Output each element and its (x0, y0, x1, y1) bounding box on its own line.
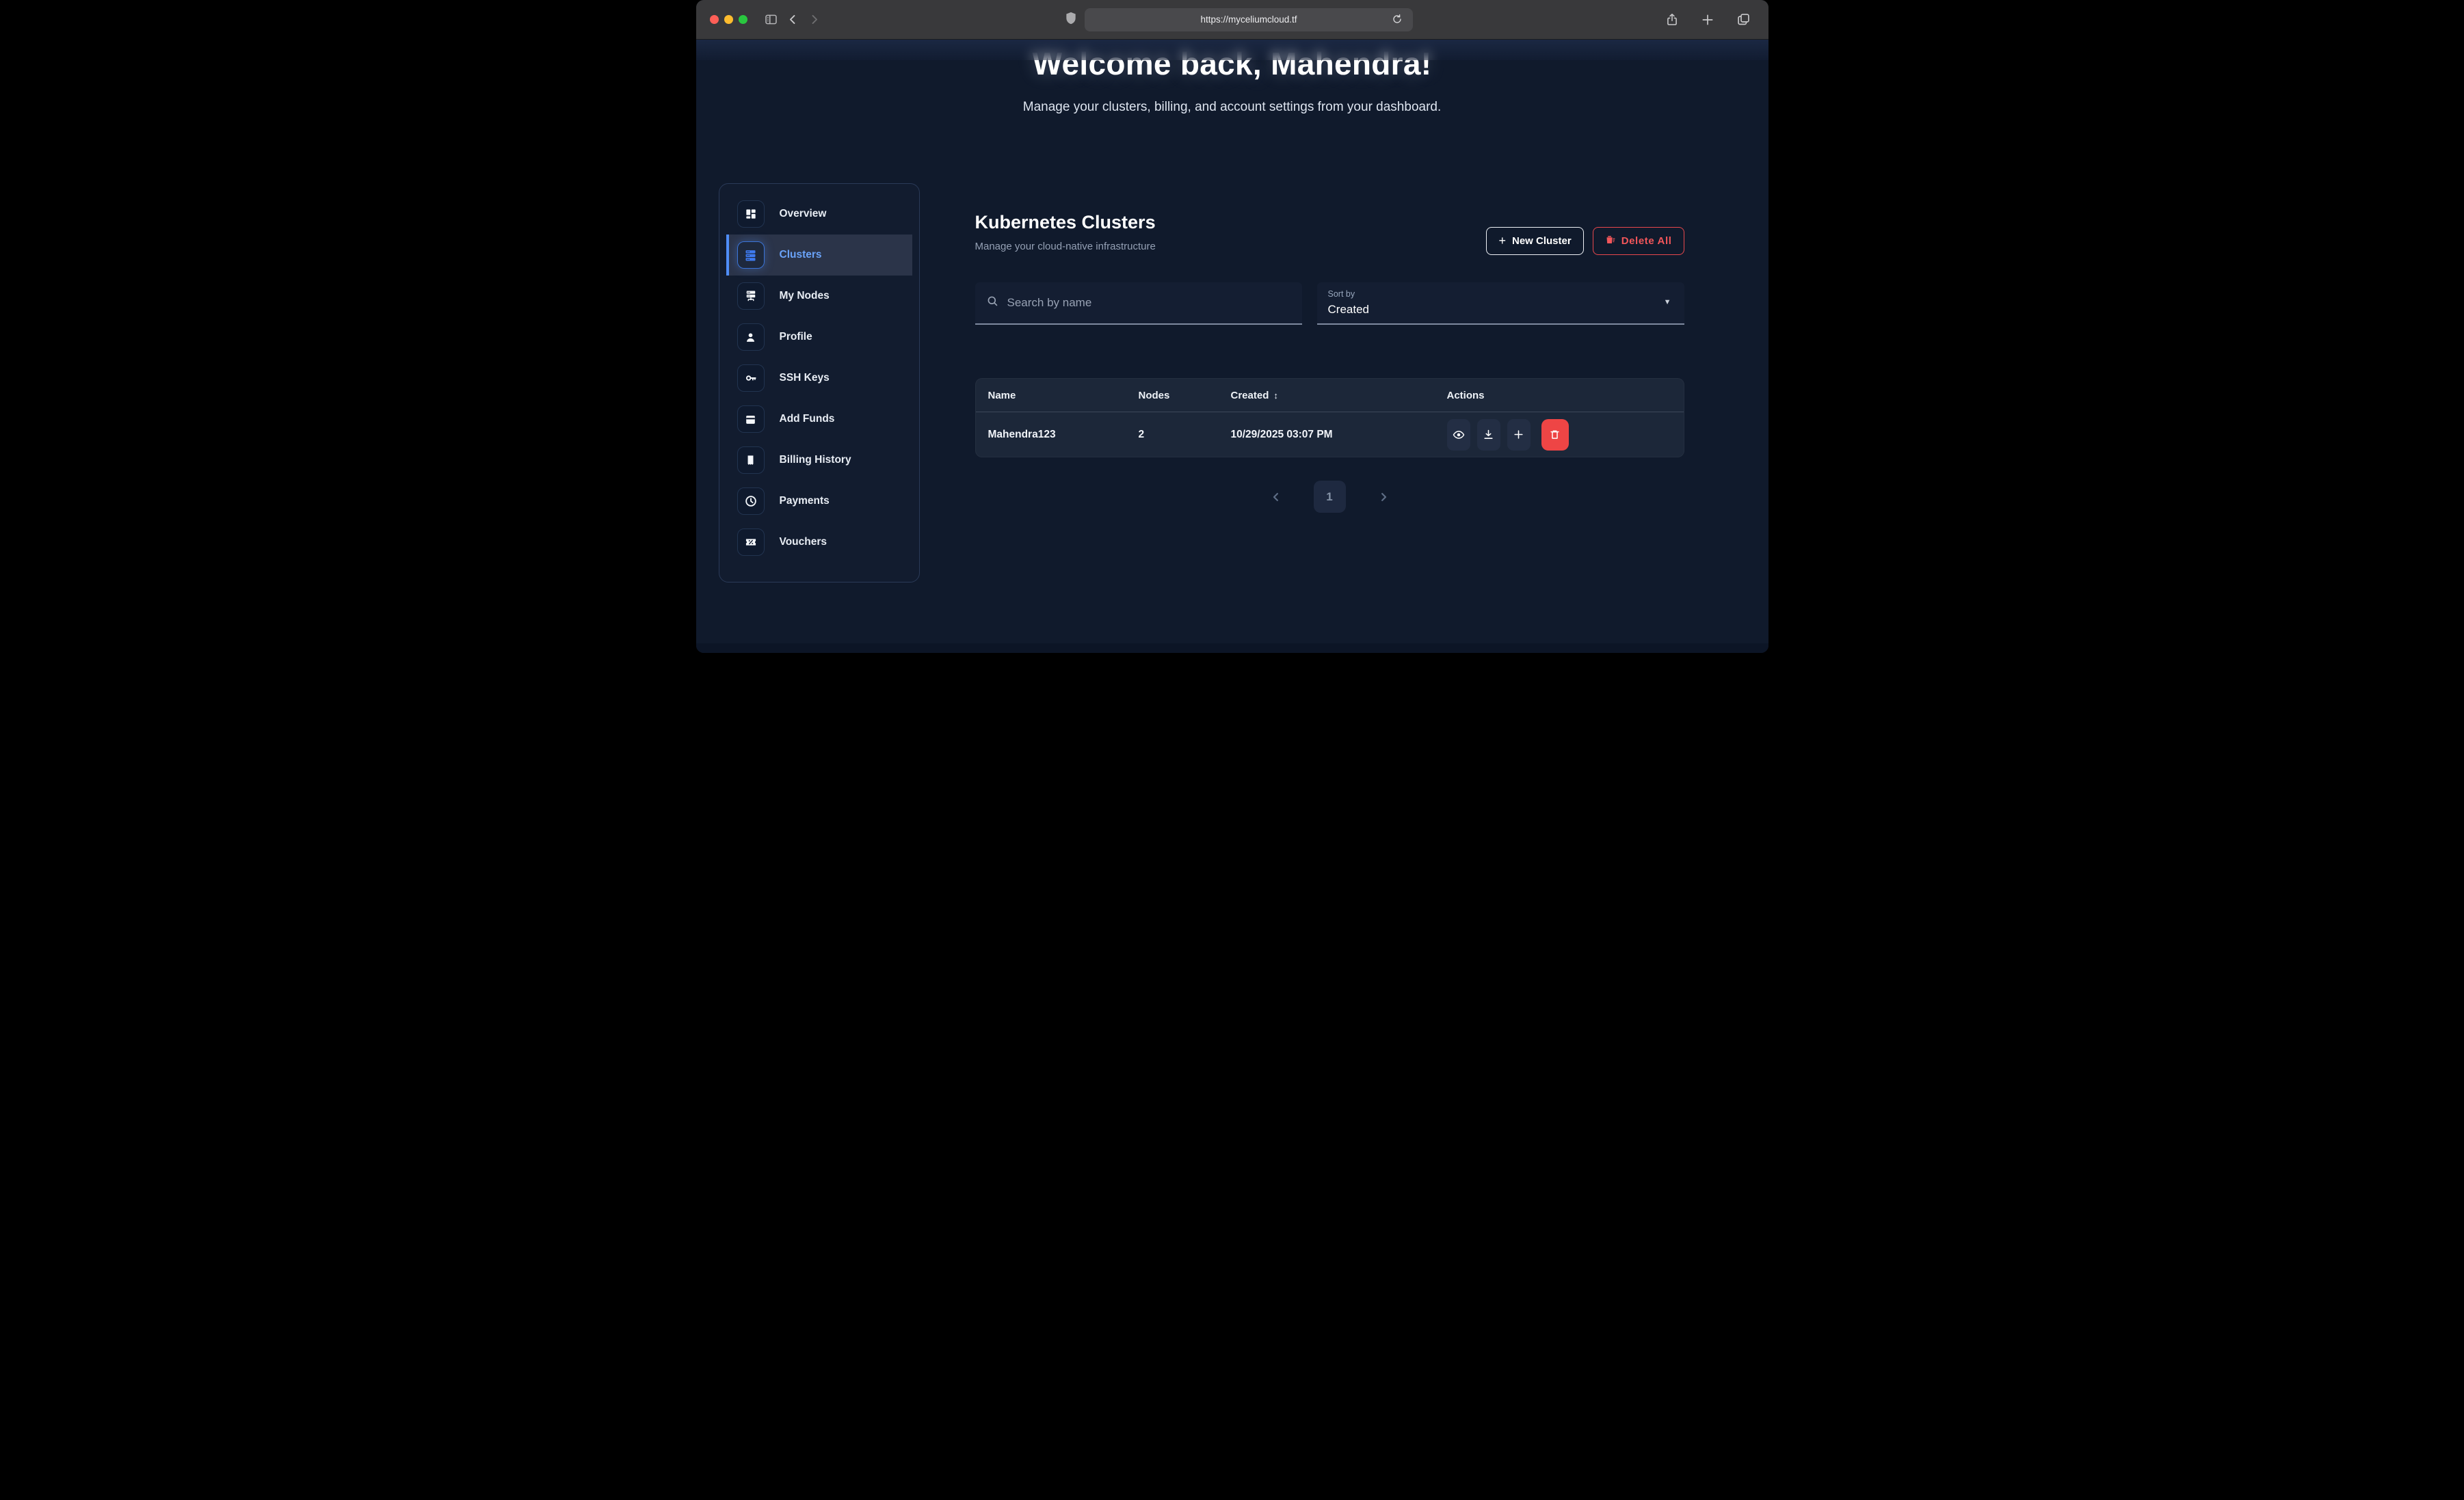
view-cluster-button[interactable] (1447, 419, 1470, 451)
clusters-table: Name Nodes Created↕ Actions Mahendra123 … (975, 378, 1684, 457)
chevron-down-icon: ▼ (1664, 298, 1671, 306)
column-nodes: Nodes (1139, 390, 1231, 401)
download-kubeconfig-button[interactable] (1477, 419, 1500, 451)
sidebar-item-payments[interactable]: Payments (726, 481, 912, 522)
reload-icon[interactable] (1388, 14, 1407, 25)
wallet-icon (737, 405, 765, 433)
sidebar: Overview Clusters My Nodes (719, 183, 920, 582)
sidebar-item-ssh-keys[interactable]: SSH Keys (726, 358, 912, 399)
sidebar-item-label: Overview (780, 208, 827, 220)
search-input[interactable] (1007, 296, 1291, 310)
sidebar-item-my-nodes[interactable]: My Nodes (726, 276, 912, 317)
sidebar-item-clusters[interactable]: Clusters (726, 235, 912, 276)
cell-cluster-name: Mahendra123 (988, 429, 1139, 441)
dashboard-page: Welcome back, Mahendra! Manage your clus… (696, 40, 1768, 653)
pagination: 1 (975, 481, 1684, 513)
receipt-icon (737, 446, 765, 474)
plus-icon: + (1498, 234, 1506, 248)
share-icon[interactable] (1661, 12, 1683, 27)
overview-grid-icon (737, 200, 765, 228)
delete-all-button[interactable]: Delete All (1593, 227, 1684, 255)
sidebar-item-label: Payments (780, 495, 830, 507)
cell-nodes-count: 2 (1139, 429, 1231, 441)
table-header: Name Nodes Created↕ Actions (976, 379, 1684, 412)
traffic-lights (710, 15, 747, 24)
page-title: Kubernetes Clusters (975, 212, 1156, 233)
browser-window: https://myceliumcloud.tf Welcome back, M… (696, 0, 1768, 653)
sidebar-item-profile[interactable]: Profile (726, 317, 912, 358)
sort-select[interactable]: Sort by Created ▼ (1317, 282, 1684, 325)
privacy-shield-icon (1065, 12, 1076, 28)
column-actions: Actions (1447, 390, 1671, 401)
previous-page-icon[interactable] (1270, 491, 1282, 503)
key-icon (737, 364, 765, 392)
new-cluster-button[interactable]: + New Cluster (1486, 227, 1583, 255)
sidebar-item-billing-history[interactable]: Billing History (726, 440, 912, 481)
page-subtitle: Manage your cloud-native infrastructure (975, 241, 1156, 252)
sidebar-item-vouchers[interactable]: Vouchers (726, 522, 912, 563)
sidebar-item-label: Clusters (780, 249, 822, 261)
sidebar-toggle-icon[interactable] (760, 12, 782, 27)
tab-overview-icon[interactable] (1732, 12, 1755, 27)
zoom-window-button[interactable] (739, 15, 747, 24)
top-blur-band (696, 40, 1768, 60)
clock-icon (737, 487, 765, 515)
trash-icon (1605, 235, 1615, 248)
sort-arrows-icon: ↕ (1273, 390, 1278, 401)
sidebar-item-label: My Nodes (780, 290, 830, 302)
profile-icon (737, 323, 765, 351)
address-bar[interactable]: https://myceliumcloud.tf (1085, 8, 1413, 31)
sidebar-item-label: Billing History (780, 454, 851, 466)
sort-label: Sort by (1328, 289, 1673, 299)
delete-cluster-button[interactable] (1541, 419, 1569, 451)
add-node-button[interactable] (1507, 419, 1531, 451)
voucher-icon (737, 528, 765, 556)
main-content: Kubernetes Clusters Manage your cloud-na… (975, 212, 1684, 513)
close-window-button[interactable] (710, 15, 719, 24)
new-tab-icon[interactable] (1697, 12, 1719, 27)
browser-chrome: https://myceliumcloud.tf (696, 0, 1768, 40)
sidebar-item-label: Add Funds (780, 413, 835, 425)
sidebar-item-label: Vouchers (780, 536, 827, 548)
page-number-button[interactable]: 1 (1314, 481, 1346, 513)
search-field (975, 282, 1302, 325)
nodes-icon (737, 282, 765, 310)
minimize-window-button[interactable] (724, 15, 733, 24)
search-icon (986, 295, 999, 311)
forward-button[interactable] (804, 13, 825, 26)
next-page-icon[interactable] (1377, 491, 1390, 503)
column-created[interactable]: Created↕ (1231, 390, 1447, 401)
welcome-subtitle: Manage your clusters, billing, and accou… (696, 100, 1768, 115)
sidebar-item-add-funds[interactable]: Add Funds (726, 399, 912, 440)
table-row: Mahendra123 2 10/29/2025 03:07 PM (976, 412, 1684, 457)
row-actions (1447, 419, 1671, 451)
servers-icon (737, 241, 765, 269)
url-area: https://myceliumcloud.tf (825, 8, 1654, 31)
sort-value: Created (1328, 303, 1673, 317)
url-text: https://myceliumcloud.tf (1200, 14, 1297, 25)
sidebar-item-label: SSH Keys (780, 372, 830, 384)
back-button[interactable] (782, 13, 804, 26)
sidebar-item-overview[interactable]: Overview (726, 193, 912, 235)
column-name: Name (988, 390, 1139, 401)
sidebar-item-label: Profile (780, 331, 812, 343)
chrome-right-buttons (1661, 12, 1755, 27)
cell-created-date: 10/29/2025 03:07 PM (1231, 429, 1447, 441)
